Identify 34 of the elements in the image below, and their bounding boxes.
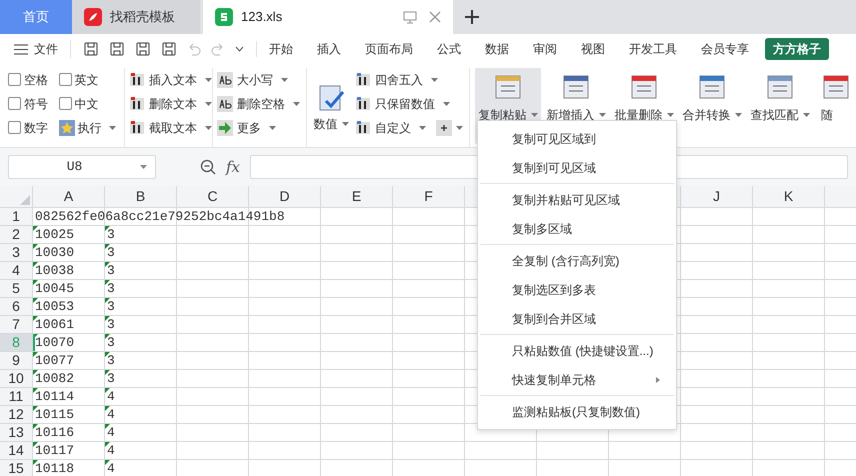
- table-cell: 3: [107, 226, 115, 244]
- table-cell: 3: [107, 262, 115, 280]
- table-cell: 3: [107, 370, 115, 388]
- table-cell: 10061: [35, 316, 74, 334]
- table-cell: 082562fe06a8cc21e79252bc4a1491b8: [35, 208, 285, 226]
- table-cell: 10116: [35, 424, 74, 442]
- checkbox-label: 空格: [24, 72, 48, 88]
- table-cell: 10082: [35, 370, 74, 388]
- table-cell: 10115: [35, 406, 74, 424]
- table-cell: 4: [107, 388, 115, 406]
- table-cell: 10077: [35, 352, 74, 370]
- table-cell: 10025: [35, 226, 74, 244]
- checkbox-label: 符号: [24, 96, 48, 112]
- table-cell: 10053: [35, 298, 74, 316]
- table-cell: 4: [107, 424, 115, 442]
- checkbox-label: 中文: [74, 96, 98, 112]
- checkbox-label: 英文: [74, 72, 98, 88]
- table-cell: 4: [107, 406, 115, 424]
- table-cell: 10045: [35, 280, 74, 298]
- table-cell: 3: [107, 352, 115, 370]
- table-cell: 3: [107, 316, 115, 334]
- table-cell: 3: [107, 334, 115, 352]
- table-cell: 10118: [35, 460, 74, 476]
- table-cell: 3: [107, 280, 115, 298]
- table-cell: 10038: [35, 262, 74, 280]
- table-cell: 10114: [35, 388, 74, 406]
- table-cell: 10030: [35, 244, 74, 262]
- table-cell: 3: [107, 298, 115, 316]
- table-cell: 4: [107, 442, 115, 460]
- checkbox-label: 数字: [24, 120, 48, 136]
- table-cell: 10070: [35, 334, 74, 352]
- table-cell: 10117: [35, 442, 74, 460]
- table-cell: 4: [107, 460, 115, 476]
- table-cell: 3: [107, 244, 115, 262]
